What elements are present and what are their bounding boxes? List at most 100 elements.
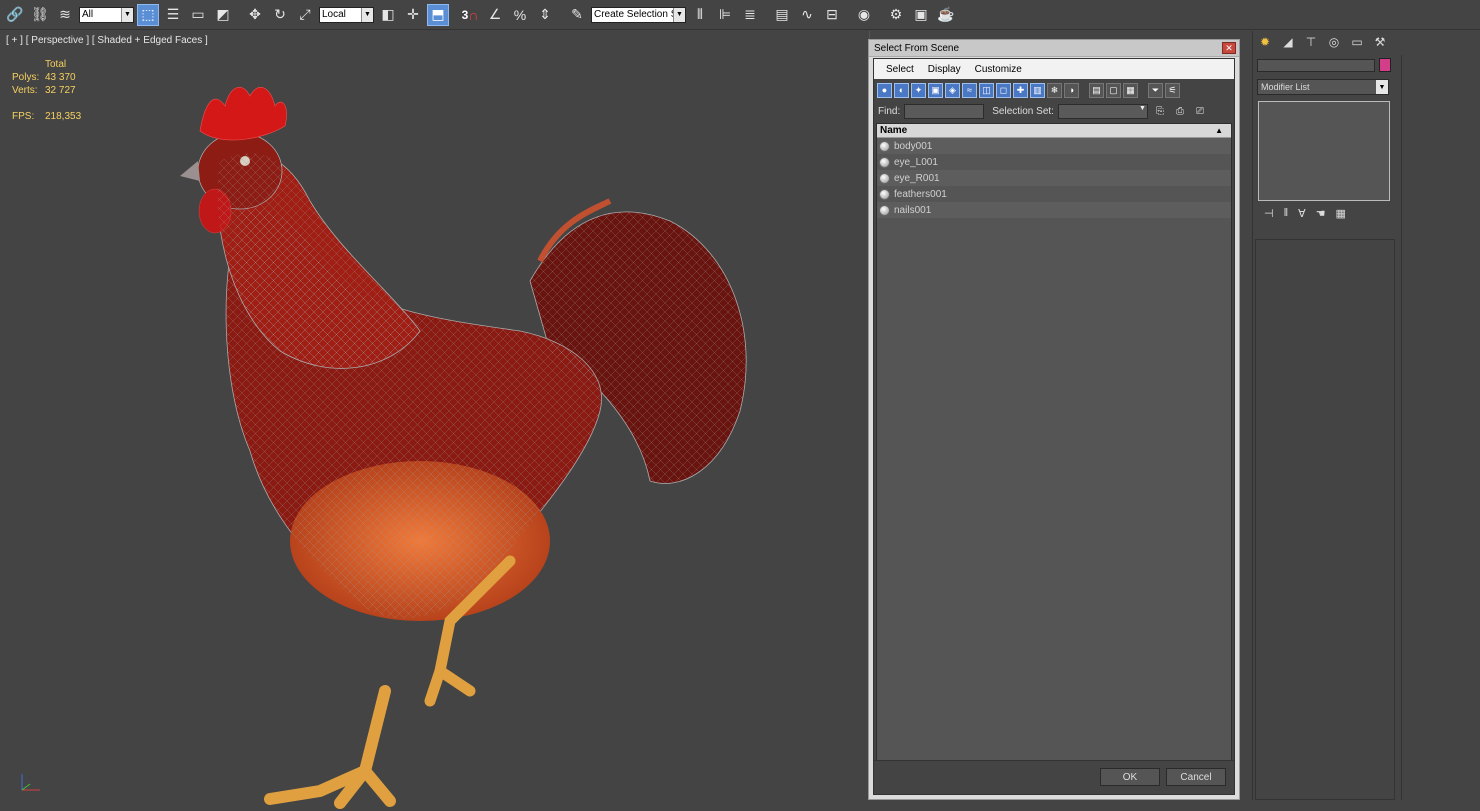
display-shapes-icon[interactable]: ◐ xyxy=(894,82,909,98)
display-tab-icon[interactable]: ▭ xyxy=(1348,33,1366,51)
display-none-icon[interactable]: ▢ xyxy=(1106,82,1121,98)
link-icon[interactable]: 🔗 xyxy=(4,4,26,26)
scene-object-list: Name ▲ body001 eye_L001 eye_R001 feather… xyxy=(876,123,1232,778)
geometry-icon xyxy=(879,172,890,184)
rect-selection-button[interactable]: ▭ xyxy=(187,4,209,26)
viewport-label[interactable]: [ + ] [ Perspective ] [ Shaded + Edged F… xyxy=(6,35,208,46)
display-helpers-icon[interactable]: ◈ xyxy=(945,82,960,98)
remove-modifier-icon[interactable]: ☚ xyxy=(1316,207,1326,223)
rooster-model[interactable] xyxy=(170,51,770,811)
object-color-swatch[interactable] xyxy=(1379,58,1391,72)
rooster-left-leg xyxy=(264,685,396,809)
close-icon[interactable]: ✕ xyxy=(1222,42,1236,54)
spinner-snap-icon[interactable]: ⇕ xyxy=(534,4,556,26)
snaps-toggle-button[interactable]: 3 ∩ xyxy=(459,4,481,26)
edit-named-sel-icon[interactable]: ✎ xyxy=(566,4,588,26)
list-item-nails001[interactable]: nails001 xyxy=(877,202,1231,218)
object-name-field[interactable] xyxy=(1257,59,1375,72)
select-manipulate-icon[interactable]: ✛ xyxy=(402,4,424,26)
find-input[interactable] xyxy=(904,103,985,119)
create-set-icon[interactable]: ⎘ xyxy=(1152,103,1168,119)
render-setup-icon[interactable]: ⚙ xyxy=(885,4,907,26)
chevron-down-icon: ▼ xyxy=(673,7,685,22)
modifier-stack[interactable] xyxy=(1258,101,1390,201)
display-lights-icon[interactable]: ✦ xyxy=(911,82,926,98)
selection-filter-dropdown[interactable]: All ▼ xyxy=(79,6,134,23)
list-item-feathers001[interactable]: feathers001 xyxy=(877,186,1231,202)
list-column-name[interactable]: Name ▲ xyxy=(877,124,1231,138)
menu-display[interactable]: Display xyxy=(928,64,961,75)
list-item-body001[interactable]: body001 xyxy=(877,138,1231,154)
pivot-center-icon[interactable]: ◧ xyxy=(377,4,399,26)
render-production-icon[interactable]: ☕ xyxy=(935,4,957,26)
rotate-icon[interactable]: ↻ xyxy=(269,4,291,26)
modifier-list-dropdown[interactable]: Modifier List ▼ xyxy=(1257,79,1389,95)
curve-editor-icon[interactable]: ∿ xyxy=(796,4,818,26)
selection-set-dropdown[interactable]: ▼ xyxy=(1057,103,1148,119)
command-panel: ✹ ◢ ⊤ ◎ ▭ ⚒ Modifier List ▼ ⊣ ‖ ∀ ☚ ▦ xyxy=(1252,31,1400,800)
find-label: Find: xyxy=(878,105,901,117)
utilities-tab-icon[interactable]: ⚒ xyxy=(1371,33,1389,51)
display-hidden-icon[interactable]: ◑ xyxy=(1064,82,1079,98)
unlink-icon[interactable]: ⛓ xyxy=(29,4,51,26)
display-xrefs-icon[interactable]: ◻ xyxy=(996,82,1011,98)
percent-snap-icon[interactable]: % xyxy=(509,4,531,26)
rooster-beak xyxy=(180,161,200,181)
snap-mode-label: 3 xyxy=(461,7,469,22)
display-bones-icon[interactable]: ✚ xyxy=(1013,82,1028,98)
layer-manager-icon[interactable]: ≣ xyxy=(739,4,761,26)
filter-options-icon[interactable]: ⚟ xyxy=(1165,82,1180,98)
reference-coord-dropdown[interactable]: Local ▼ xyxy=(319,6,374,23)
hierarchy-tab-icon[interactable]: ⊤ xyxy=(1302,33,1320,51)
display-frozen-icon[interactable]: ❄ xyxy=(1047,82,1062,98)
menu-customize[interactable]: Customize xyxy=(975,64,1022,75)
move-icon[interactable]: ✥ xyxy=(244,4,266,26)
rendered-frame-icon[interactable]: ▣ xyxy=(910,4,932,26)
modify-tab-icon[interactable]: ◢ xyxy=(1279,33,1297,51)
list-item-eye-r001[interactable]: eye_R001 xyxy=(877,170,1231,186)
invert-display-icon[interactable]: ▦ xyxy=(1123,82,1138,98)
chevron-down-icon: ▼ xyxy=(1139,104,1146,112)
edit-set-icon[interactable]: ⎙ xyxy=(1172,103,1188,119)
selection-filter-value: All xyxy=(82,9,94,20)
ok-button[interactable]: OK xyxy=(1100,768,1160,786)
display-cameras-icon[interactable]: ▣ xyxy=(928,82,943,98)
display-all-icon[interactable]: ▤ xyxy=(1089,82,1104,98)
display-groups-icon[interactable]: ◫ xyxy=(979,82,994,98)
mirror-icon[interactable]: ⫴ xyxy=(689,4,711,26)
material-editor-icon[interactable]: ◉ xyxy=(853,4,875,26)
list-header-label: Name xyxy=(880,125,908,136)
select-object-button[interactable]: ⬚ xyxy=(137,3,159,26)
verts-value: 32 727 xyxy=(45,85,76,96)
command-panel-tabs: ✹ ◢ ⊤ ◎ ▭ ⚒ xyxy=(1253,31,1400,53)
list-item-eye-l001[interactable]: eye_L001 xyxy=(877,154,1231,170)
angle-snap-icon[interactable]: ∠ xyxy=(484,4,506,26)
keyboard-shortcut-override-icon[interactable]: ⬒ xyxy=(427,3,449,26)
dialog-titlebar[interactable]: Select From Scene ✕ xyxy=(869,40,1239,57)
display-containers-icon[interactable]: ▥ xyxy=(1030,82,1045,98)
ribbon-icon[interactable]: ▤ xyxy=(771,4,793,26)
motion-tab-icon[interactable]: ◎ xyxy=(1325,33,1343,51)
delete-set-icon[interactable]: ⎚ xyxy=(1192,103,1208,119)
make-unique-icon[interactable]: ∀ xyxy=(1298,207,1306,223)
modifier-list-label: Modifier List xyxy=(1261,82,1310,92)
select-by-name-button[interactable]: ☰ xyxy=(162,4,184,26)
window-crossing-button[interactable]: ◩ xyxy=(212,4,234,26)
menu-select[interactable]: Select xyxy=(886,64,914,75)
show-end-result-icon[interactable]: ‖ xyxy=(1284,207,1289,223)
create-tab-icon[interactable]: ✹ xyxy=(1256,33,1274,51)
filter-icon[interactable]: ⏷ xyxy=(1148,82,1163,98)
display-geometry-icon[interactable]: ● xyxy=(877,82,892,98)
display-spacewarps-icon[interactable]: ≈ xyxy=(962,82,977,98)
configure-sets-icon[interactable]: ▦ xyxy=(1336,207,1346,223)
bind-spacewarp-icon[interactable]: ≋ xyxy=(54,4,76,26)
pin-stack-icon[interactable]: ⊣ xyxy=(1264,207,1274,223)
named-selection-dropdown[interactable]: Create Selection Se ▼ xyxy=(591,6,686,23)
cancel-button[interactable]: Cancel xyxy=(1166,768,1226,786)
schematic-view-icon[interactable]: ⊟ xyxy=(821,4,843,26)
sort-asc-icon: ▲ xyxy=(1215,126,1223,135)
list-item-label: eye_R001 xyxy=(894,172,940,184)
align-icon[interactable]: ⊫ xyxy=(714,4,736,26)
perspective-viewport[interactable]: [ + ] [ Perspective ] [ Shaded + Edged F… xyxy=(0,31,870,809)
scale-icon[interactable]: ⤢ xyxy=(294,4,316,26)
